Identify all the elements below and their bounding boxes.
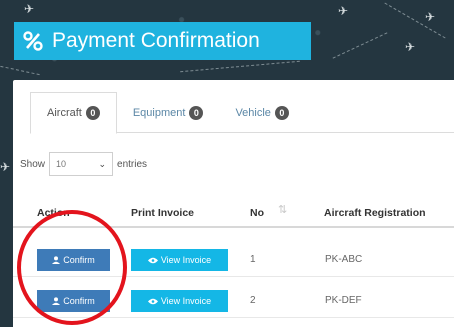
entries-select[interactable]: 10 ⌄ — [49, 152, 114, 176]
entries-label: entries — [117, 158, 148, 170]
page-title: Payment Confirmation — [52, 29, 260, 52]
column-header-no[interactable]: No — [250, 207, 264, 219]
show-label: Show — [20, 158, 46, 170]
row-number: 1 — [250, 254, 256, 265]
confirm-label: Confirm — [63, 296, 95, 306]
entries-value: 10 — [56, 159, 67, 169]
table-row: Confirm View Invoice 1 PK-ABC — [13, 243, 454, 277]
tab-vehicle[interactable]: Vehicle 0 — [219, 92, 304, 133]
tab-bar: Aircraft 0 Equipment 0 Vehicle 0 — [30, 92, 454, 134]
user-icon — [52, 256, 61, 264]
column-header-print-invoice[interactable]: Print Invoice — [131, 207, 194, 219]
view-invoice-button[interactable]: View Invoice — [131, 249, 228, 271]
aircraft-registration: PK-DEF — [325, 295, 362, 306]
table-header: Action Print Invoice No ⇅ Aircraft Regis… — [13, 198, 454, 228]
tab-aircraft[interactable]: Aircraft 0 — [30, 92, 117, 134]
count-badge: 0 — [85, 106, 100, 120]
page-title-bar: Payment Confirmation — [14, 22, 311, 60]
content-panel: Aircraft 0 Equipment 0 Vehicle 0 Show 10… — [13, 80, 454, 327]
chevron-down-icon: ⌄ — [98, 158, 107, 169]
row-number: 2 — [250, 295, 256, 306]
entries-length-control: Show 10 ⌄ entries — [20, 152, 147, 176]
count-badge: 0 — [189, 105, 204, 120]
view-invoice-label: View Invoice — [160, 296, 212, 306]
aircraft-registration: PK-ABC — [325, 254, 363, 265]
confirm-button[interactable]: Confirm — [37, 249, 110, 271]
view-invoice-button[interactable]: View Invoice — [131, 290, 228, 312]
confirm-label: Confirm — [63, 255, 95, 265]
count-badge: 0 — [274, 105, 289, 120]
tab-label: Equipment — [132, 106, 186, 119]
column-header-action[interactable]: Action — [37, 207, 70, 219]
user-icon — [52, 297, 61, 305]
tab-label: Vehicle — [235, 106, 271, 119]
view-invoice-label: View Invoice — [160, 255, 212, 265]
sort-icon[interactable]: ⇅ — [278, 203, 287, 216]
tab-label: Aircraft — [47, 107, 82, 119]
eye-icon — [147, 257, 158, 263]
table-row: Confirm View Invoice 2 PK-DEF — [13, 284, 454, 318]
percent-icon — [23, 31, 43, 51]
column-header-aircraft-registration[interactable]: Aircraft Registration — [324, 207, 426, 219]
tab-equipment[interactable]: Equipment 0 — [117, 92, 220, 133]
eye-icon — [147, 298, 158, 304]
confirm-button[interactable]: Confirm — [37, 290, 110, 312]
